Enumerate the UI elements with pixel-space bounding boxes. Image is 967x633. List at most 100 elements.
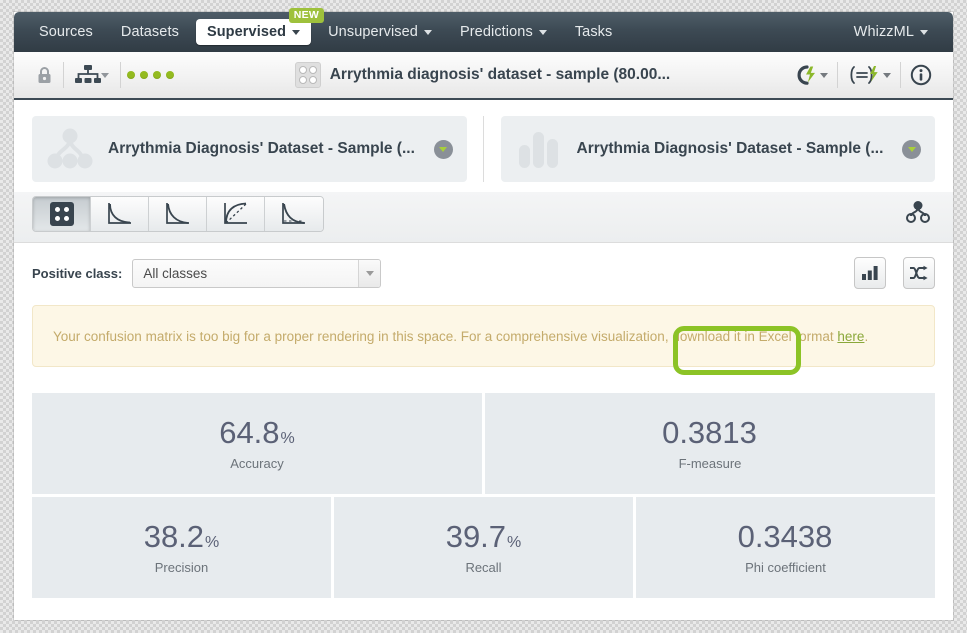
metric-phi-coefficient: 0.3438 Phi coefficient	[636, 497, 935, 598]
metric-f-measure: 0.3813 F-measure	[485, 393, 935, 494]
status-dots	[121, 71, 180, 79]
resource-card-title: Arrythmia Diagnosis' Dataset - Sample (.…	[576, 140, 884, 157]
nav-item-label: Predictions	[459, 24, 533, 40]
metric-number: 64.8	[219, 414, 280, 450]
metric-value: 0.3438	[738, 521, 834, 552]
top-navigation-bar: Sources Datasets Supervised NEW Unsuperv…	[14, 8, 953, 52]
warning-banner: Your confusion matrix is too big for a p…	[32, 305, 935, 367]
metric-number: 0.3813	[662, 414, 757, 450]
nav-item-label: Tasks	[574, 24, 613, 40]
confusion-matrix-icon	[294, 62, 321, 88]
tab-gain-curve[interactable]	[207, 197, 265, 231]
tab-confusion-matrix[interactable]	[33, 197, 91, 231]
shuffle-button[interactable]	[903, 257, 935, 289]
status-dot	[153, 71, 161, 79]
bar-chart-icon	[518, 132, 558, 168]
chevron-down-icon	[538, 29, 547, 35]
metric-label: Accuracy	[230, 455, 284, 471]
resource-card-title: Arrythmia Diagnosis' Dataset - Sample (.…	[108, 140, 415, 157]
resource-header: Arrythmia diagnosis' dataset - sample (8…	[14, 52, 953, 100]
divider	[467, 116, 501, 182]
chart-tabs-row	[14, 192, 953, 243]
cloud-flash-button[interactable]	[785, 64, 837, 86]
metric-value: 64.8%	[219, 417, 295, 448]
positive-class-label: Positive class:	[32, 265, 123, 281]
metric-value: 0.3813	[662, 417, 758, 448]
resource-cards: Arrythmia Diagnosis' Dataset - Sample (.…	[14, 100, 953, 192]
precision-recall-curve-icon	[165, 203, 189, 224]
app-window: Sources Datasets Supervised NEW Unsuperv…	[14, 8, 953, 620]
resource-card-model[interactable]: Arrythmia Diagnosis' Dataset - Sample (.…	[32, 116, 467, 182]
confusion-matrix-icon	[49, 202, 74, 226]
chevron-down-icon	[101, 72, 109, 78]
script-flash-button[interactable]	[838, 64, 900, 86]
metric-label: Precision	[154, 559, 209, 575]
lock-icon	[38, 67, 51, 83]
nav-item-predictions[interactable]: Predictions	[449, 19, 558, 45]
nav-item-sources[interactable]: Sources	[28, 19, 104, 45]
positive-class-row: Positive class: All classes	[14, 243, 953, 301]
account-label: WhizzML	[853, 24, 914, 40]
positive-class-value: All classes	[143, 265, 208, 281]
nav-item-label: Unsupervised	[328, 24, 418, 40]
positive-class-select[interactable]: All classes	[132, 258, 382, 288]
model-node-button[interactable]	[901, 200, 935, 229]
metric-recall: 39.7% Recall	[334, 497, 633, 598]
resource-title-wrapper: Arrythmia diagnosis' dataset - sample (8…	[180, 62, 785, 88]
roc-curve-icon	[107, 203, 131, 224]
chevron-down-icon	[358, 259, 381, 287]
lock-button[interactable]	[26, 52, 63, 98]
metric-number: 39.7	[445, 518, 507, 554]
model-node-icon	[906, 200, 930, 223]
resource-card-menu-button[interactable]	[433, 139, 453, 159]
nav-item-unsupervised[interactable]: Unsupervised	[317, 19, 443, 45]
chevron-down-icon	[820, 72, 828, 78]
header-actions	[785, 62, 941, 88]
chevron-down-icon	[920, 29, 928, 35]
info-button[interactable]	[901, 64, 941, 86]
nav-item-label: Supervised	[206, 24, 287, 40]
info-icon	[910, 64, 932, 86]
bar-chart-icon	[862, 266, 878, 280]
main-content: Arrythmia Diagnosis' Dataset - Sample (.…	[14, 100, 953, 598]
metric-label: Phi coefficient	[745, 559, 826, 575]
metric-value: 39.7%	[446, 521, 522, 552]
metric-value: 38.2%	[144, 521, 220, 552]
metric-label: F-measure	[678, 455, 742, 471]
bar-chart-toggle-button[interactable]	[854, 257, 886, 289]
banner-text-before: Your confusion matrix is too big for a p…	[53, 328, 838, 344]
metric-number: 38.2	[143, 518, 205, 554]
status-dot	[140, 71, 148, 79]
resource-card-evaluation[interactable]: Arrythmia Diagnosis' Dataset - Sample (.…	[500, 116, 935, 182]
resource-card-menu-button[interactable]	[902, 139, 921, 159]
nav-item-account[interactable]: WhizzML	[843, 19, 939, 45]
model-type-button[interactable]	[64, 52, 120, 98]
tab-roc-curve[interactable]	[91, 197, 149, 231]
banner-text-after: .	[864, 328, 869, 344]
tab-precision-recall-curve[interactable]	[149, 197, 207, 231]
nav-item-label: Datasets	[120, 24, 179, 40]
chevron-down-icon	[883, 72, 891, 78]
metric-unit: %	[205, 533, 220, 551]
metrics-row: 38.2% Precision 39.7% Recall 0.3438 Phi …	[32, 497, 935, 598]
status-dot	[166, 71, 174, 79]
metric-number: 0.3438	[737, 518, 833, 554]
nav-item-datasets[interactable]: Datasets	[110, 19, 190, 45]
page-title: Arrythmia diagnosis' dataset - sample (8…	[329, 66, 671, 83]
chevron-down-icon	[292, 29, 301, 35]
chart-tabs	[32, 196, 324, 232]
nav-item-label: Sources	[39, 24, 93, 40]
metric-unit: %	[280, 429, 295, 447]
nav-item-supervised[interactable]: Supervised NEW	[195, 8, 325, 45]
metric-accuracy: 64.8% Accuracy	[32, 393, 482, 494]
tab-lift-curve[interactable]	[265, 197, 323, 231]
status-dot	[127, 71, 135, 79]
chevron-down-icon	[423, 29, 432, 35]
decision-tree-icon	[47, 128, 93, 169]
banner-link[interactable]: here	[837, 329, 864, 344]
metric-label: Recall	[465, 559, 502, 575]
shuffle-icon	[910, 265, 928, 281]
metric-unit: %	[507, 533, 522, 551]
sitemap-icon	[75, 65, 101, 83]
nav-item-tasks[interactable]: Tasks	[564, 19, 624, 45]
